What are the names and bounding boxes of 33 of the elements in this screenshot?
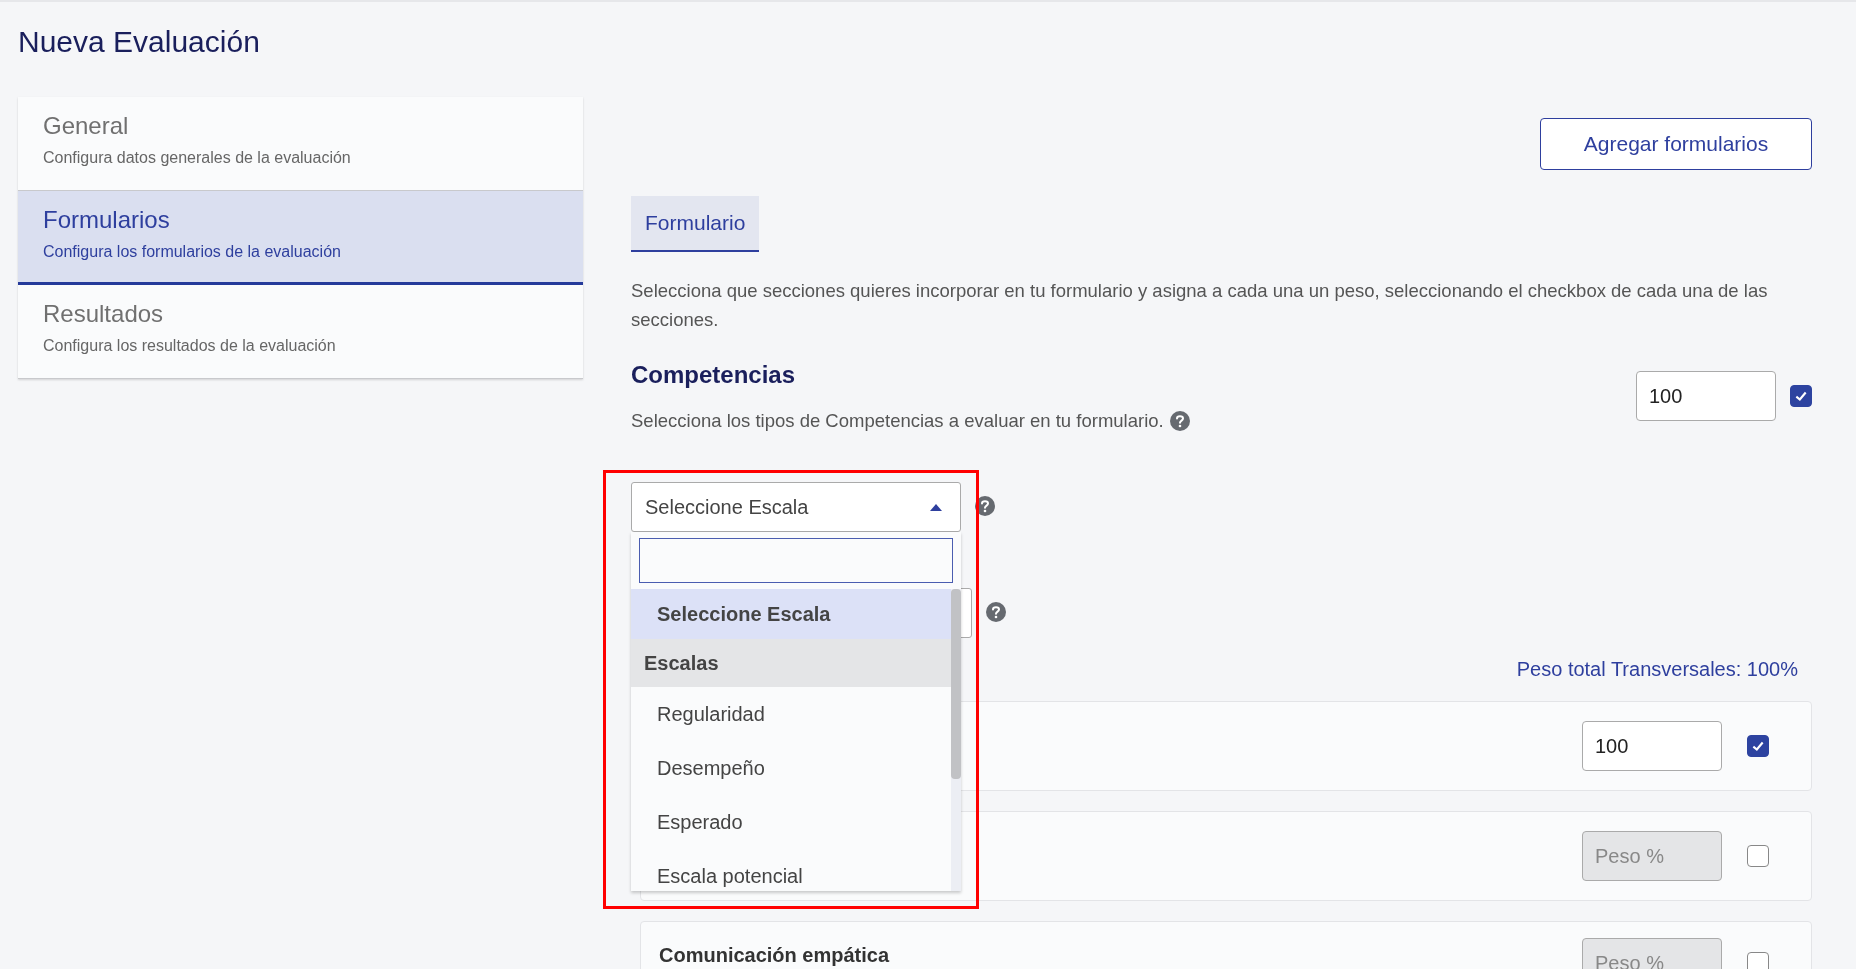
dropdown-option[interactable]: Escala potencial <box>631 849 951 891</box>
dropdown-option[interactable]: Regularidad <box>631 687 951 741</box>
checkmark-icon <box>1751 739 1765 753</box>
help-icon <box>975 496 995 516</box>
help-icon <box>1169 411 1190 431</box>
scale-select[interactable]: Seleccione Escala <box>631 482 961 532</box>
sidebar-item[interactable]: Resultados Configura los resultados de la evaluación <box>18 285 583 379</box>
page-title: Nueva Evaluación <box>18 24 261 60</box>
total-weight-text: Peso total Transversales: 100% <box>1516 658 1798 681</box>
checkbox[interactable] <box>1790 385 1812 407</box>
scrollbar[interactable] <box>951 589 961 891</box>
section-description: Selecciona los tipos de Competencias a evaluar en tu formulario. <box>631 410 1164 432</box>
caret-icon <box>930 503 942 511</box>
help-icon <box>986 602 1006 622</box>
card-title: Comunicación empática <box>659 944 890 967</box>
weight-field[interactable]: 100 <box>1636 371 1776 421</box>
description-text: Selecciona que secciones quieres incorporar en tu formulario y asigna a cada una un peso, seleccionando el checkbox de cada una de las secciones. <box>631 279 1769 332</box>
section-title: Competencias <box>631 360 797 390</box>
option-group-header: Escalas <box>631 639 951 687</box>
checkbox[interactable] <box>1747 735 1769 757</box>
checkbox[interactable] <box>1747 845 1769 867</box>
dropdown-option[interactable]: Seleccione Escala <box>631 589 951 639</box>
checkbox[interactable] <box>1747 952 1769 969</box>
sidebar-item[interactable]: Formularios Configura los formularios de la evaluación <box>18 191 583 285</box>
add-forms-button[interactable]: Agregar formularios <box>1540 118 1812 170</box>
weight-field[interactable]: 100 <box>1582 721 1722 771</box>
dropdown-option[interactable]: Esperado <box>631 795 951 849</box>
tab[interactable]: Formulario <box>631 196 760 252</box>
weight-field[interactable]: Peso % <box>1582 938 1722 969</box>
checkmark-icon <box>1794 389 1808 403</box>
dropdown-option[interactable]: Desempeño <box>631 741 951 795</box>
weight-field[interactable]: Peso % <box>1582 831 1722 881</box>
search-field[interactable] <box>639 538 953 583</box>
